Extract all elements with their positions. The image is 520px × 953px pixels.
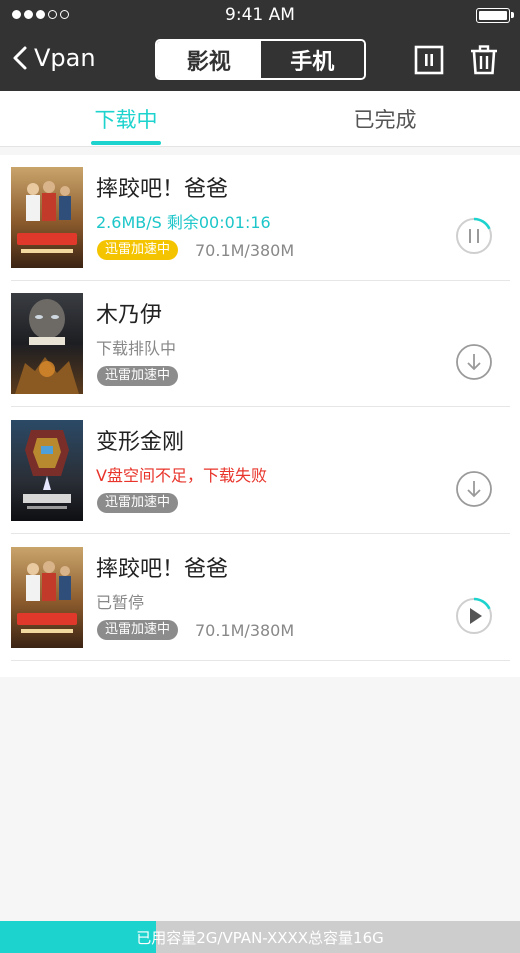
storage-capacity-text: 已用容量2G/VPAN-XXXX总容量16G: [136, 929, 384, 947]
tab-completed[interactable]: 已完成: [340, 91, 430, 147]
tab-downloading[interactable]: 下载中: [85, 91, 167, 147]
resume-button[interactable]: [455, 597, 493, 635]
item-title: 木乃伊: [96, 303, 163, 328]
trash-icon: [471, 45, 497, 75]
segment-video[interactable]: 影视: [157, 41, 261, 78]
divider: [11, 533, 510, 534]
download-status: 下载排队中: [96, 339, 177, 358]
download-icon: [456, 344, 492, 380]
download-list: 摔跤吧！爸爸 2.6MB/S 剩余00:01:16 迅雷加速中 70.1M/38…: [0, 155, 520, 677]
tab-downloading-label: 下载中: [94, 108, 158, 132]
delete-button[interactable]: [469, 45, 499, 75]
movie-poster: [11, 420, 83, 521]
tab-completed-label: 已完成: [353, 108, 417, 132]
movie-poster: [11, 293, 83, 394]
pause-icon: [455, 217, 493, 255]
pause-button[interactable]: [455, 217, 493, 255]
movie-poster: [11, 167, 83, 268]
status-time: 9:41 AM: [225, 5, 295, 25]
download-size: 70.1M/380M: [195, 621, 295, 640]
accelerate-badge: 迅雷加速中: [97, 366, 179, 386]
top-bar: 9:41 AM Vpan 影视 手机: [0, 0, 520, 91]
list-item[interactable]: 摔跤吧！爸爸 已暂停 迅雷加速中 70.1M/380M: [0, 535, 520, 661]
category-segmented-control: 影视 手机: [155, 39, 366, 80]
status-bar: 9:41 AM: [0, 0, 520, 30]
back-label: Vpan: [34, 44, 96, 72]
download-speed: 2.6MB/S 剩余00:01:16: [96, 213, 271, 232]
download-size: 70.1M/380M: [195, 241, 295, 260]
chevron-left-icon: [13, 46, 27, 70]
item-title: 摔跤吧！爸爸: [96, 557, 229, 582]
download-icon: [456, 471, 492, 507]
accelerate-badge: 迅雷加速中: [97, 240, 179, 260]
item-title: 变形金刚: [96, 430, 185, 455]
download-tabs: 下载中 已完成: [0, 91, 520, 147]
download-status: 已暂停: [96, 593, 145, 612]
download-error: V盘空间不足，下载失败: [96, 466, 267, 485]
active-tab-indicator: [91, 141, 161, 145]
list-item[interactable]: 摔跤吧！爸爸 2.6MB/S 剩余00:01:16 迅雷加速中 70.1M/38…: [0, 155, 520, 281]
item-title: 摔跤吧！爸爸: [96, 177, 229, 202]
retry-download-button[interactable]: [455, 470, 493, 508]
list-item[interactable]: 变形金刚 V盘空间不足，下载失败 迅雷加速中: [0, 408, 520, 534]
divider: [11, 406, 510, 407]
download-button[interactable]: [455, 343, 493, 381]
accelerate-badge: 迅雷加速中: [97, 620, 179, 640]
accelerate-badge: 迅雷加速中: [97, 493, 179, 513]
pause-all-button[interactable]: [414, 45, 444, 75]
divider: [11, 660, 510, 661]
battery-icon: [476, 8, 514, 23]
play-icon: [455, 597, 493, 635]
storage-capacity-bar: 已用容量2G/VPAN-XXXX总容量16G: [0, 921, 520, 953]
pause-all-icon: [414, 45, 444, 75]
segment-phone[interactable]: 手机: [260, 41, 364, 78]
list-item[interactable]: 木乃伊 下载排队中 迅雷加速中: [0, 281, 520, 407]
back-button[interactable]: Vpan: [12, 44, 96, 72]
movie-poster: [11, 547, 83, 648]
